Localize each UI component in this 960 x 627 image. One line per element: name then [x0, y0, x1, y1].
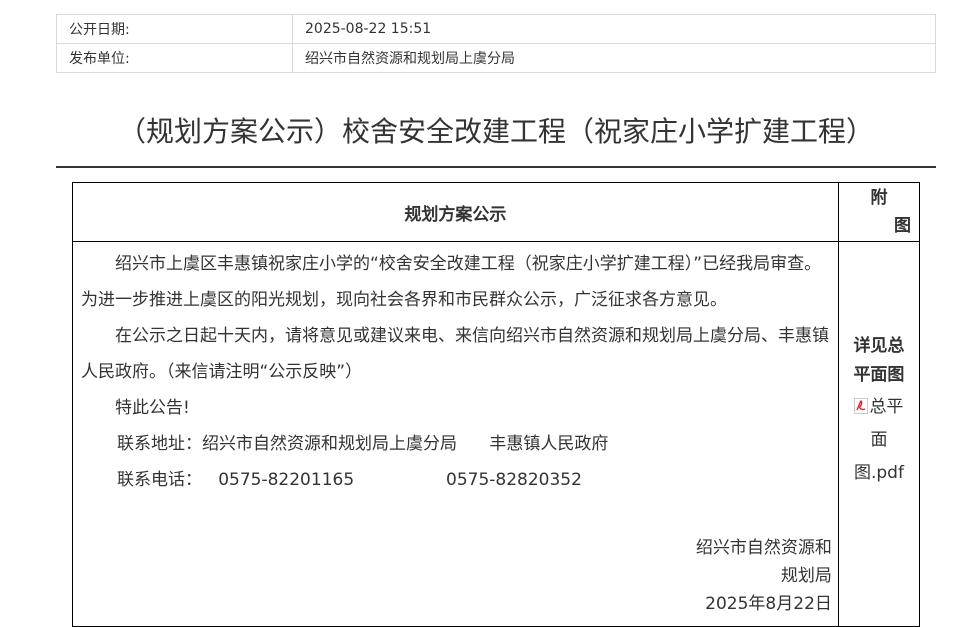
attachment-cell: 详见总 平面图 总平 面 图.pdf — [837, 241, 921, 627]
attachment-header-line-1: 附 — [870, 188, 888, 208]
notice-body-row: 绍兴市上虞区丰惠镇祝家庄小学的“校舍安全改建工程（祝家庄小学扩建工程）”已经我局… — [72, 241, 921, 627]
meta-row-date: 公开日期: 2025-08-22 15:51 — [56, 14, 936, 44]
publish-unit-label: 发布单位: — [56, 43, 293, 73]
contact-phone: 联系电话： 0575-82201165 0575-82820352 — [117, 470, 582, 490]
attachment-header: 附 图 — [837, 182, 921, 242]
meta-row-unit: 发布单位: 绍兴市自然资源和规划局上虞分局 — [56, 43, 936, 73]
page-title: （规划方案公示）校舍安全改建工程（祝家庄小学扩建工程） — [117, 115, 874, 148]
notice-paragraph-2: 在公示之日起十天内，请将意见或建议来电、来信向绍兴市自然资源和规划局上虞分局、丰… — [81, 326, 829, 382]
site-plan-link-text-3[interactable]: 图.pdf — [839, 458, 919, 489]
signature-org-line-1: 绍兴市自然资源和 — [695, 538, 832, 558]
signature-date: 2025年8月22日 — [705, 594, 832, 614]
attachment-header-line-2: 图 — [894, 216, 911, 236]
attachment-note-line-2: 平面图 — [853, 365, 905, 385]
notice-paragraph-1: 绍兴市上虞区丰惠镇祝家庄小学的“校舍安全改建工程（祝家庄小学扩建工程）”已经我局… — [81, 254, 822, 310]
pdf-icon — [854, 398, 869, 414]
signature-org-line-2: 规划局 — [780, 566, 832, 586]
notice-table: 规划方案公示 附 图 绍兴市上虞区丰惠镇祝家庄小学的“校舍安全改建工程（祝家庄小… — [72, 182, 921, 627]
meta-info-table: 公开日期: 2025-08-22 15:51 发布单位: 绍兴市自然资源和规划局… — [56, 14, 936, 73]
notice-body: 绍兴市上虞区丰惠镇祝家庄小学的“校舍安全改建工程（祝家庄小学扩建工程）”已经我局… — [72, 241, 839, 627]
title-divider — [56, 166, 936, 168]
attachment-note-line-1: 详见总 — [853, 336, 905, 356]
notice-header-row: 规划方案公示 附 图 — [72, 182, 921, 242]
notice-paragraph-3: 特此公告! — [115, 398, 190, 418]
notice-header: 规划方案公示 — [72, 182, 839, 242]
contact-address: 联系地址：绍兴市自然资源和规划局上虞分局 丰惠镇人民政府 — [117, 434, 609, 454]
site-plan-link-text-2[interactable]: 面 — [839, 425, 919, 456]
site-plan-link-text-1[interactable]: 总平 — [869, 397, 903, 417]
site-plan-pdf-link[interactable]: 总平 — [839, 392, 919, 423]
publish-date-label: 公开日期: — [56, 14, 293, 44]
publish-date-value: 2025-08-22 15:51 — [292, 14, 936, 44]
publish-unit-value: 绍兴市自然资源和规划局上虞分局 — [292, 43, 936, 73]
